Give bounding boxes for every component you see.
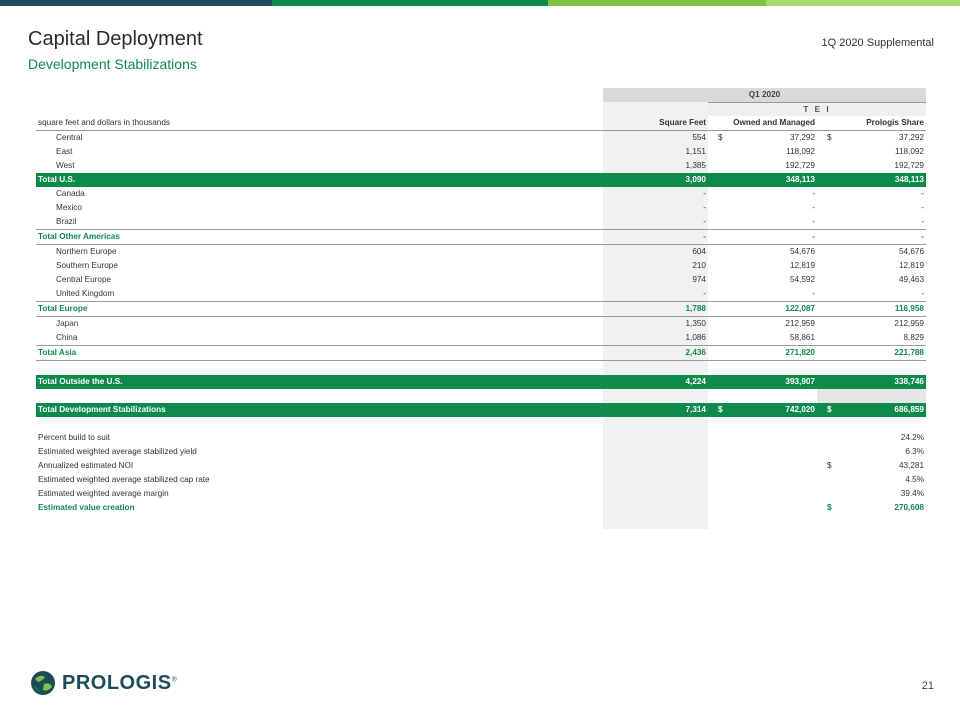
- col-prologis-share: Prologis Share: [866, 118, 924, 127]
- col-square-feet: Square Feet: [603, 116, 708, 130]
- total-row-europe: Total Europe 1,788 122,087 116,958: [36, 301, 926, 317]
- table-row: United Kingdom - - -: [36, 287, 926, 301]
- prologis-globe-icon: [31, 671, 55, 695]
- metric-row: Annualized estimated NOI $43,281: [36, 459, 926, 473]
- page-subtitle: Development Stabilizations: [28, 56, 197, 72]
- total-row-outside-us: Total Outside the U.S. 4,224 393,907 338…: [36, 375, 926, 389]
- table-row: Central Europe 974 54,592 49,463: [36, 273, 926, 287]
- table-row: Southern Europe 210 12,819 12,819: [36, 259, 926, 273]
- column-header-row: square feet and dollars in thousands Squ…: [36, 116, 926, 130]
- table-row: Central 554 $37,292 $37,292: [36, 130, 926, 145]
- table-row: Brazil - - -: [36, 215, 926, 229]
- group-header: T E I: [36, 102, 926, 116]
- table-row: Japan 1,350 212,959 212,959: [36, 317, 926, 331]
- table-row: Mexico - - -: [36, 201, 926, 215]
- metric-row-value-creation: Estimated value creation $270,608: [36, 501, 926, 515]
- page-number: 21: [921, 680, 934, 692]
- units-label: square feet and dollars in thousands: [38, 118, 170, 127]
- metric-row: Percent build to suit 24.2%: [36, 431, 926, 445]
- table-row: Canada - - -: [36, 187, 926, 201]
- table-row: West 1,385 192,729 192,729: [36, 159, 926, 173]
- development-stabilizations-table: Q1 2020 T E I square feet and dollars in…: [36, 88, 926, 529]
- total-row-asia: Total Asia 2,436 271,820 221,788: [36, 345, 926, 361]
- col-owned-managed: Owned and Managed: [733, 118, 815, 127]
- table-row: East 1,151 118,092 118,092: [36, 145, 926, 159]
- top-accent-bar: [0, 0, 960, 6]
- page-title: Capital Deployment: [28, 28, 203, 50]
- table-row: China 1,086 58,861 8,829: [36, 331, 926, 345]
- table-row: Northern Europe 604 54,676 54,676: [36, 245, 926, 259]
- group-label: T E I: [708, 102, 926, 116]
- metric-row: Estimated weighted average stabilized ca…: [36, 473, 926, 487]
- logo-text: PROLOGIS®: [62, 671, 178, 694]
- total-row-other-americas: Total Other Americas - - -: [36, 229, 926, 245]
- metric-row: Estimated weighted average margin 39.4%: [36, 487, 926, 501]
- metric-row: Estimated weighted average stabilized yi…: [36, 445, 926, 459]
- period-header: Q1 2020: [36, 88, 926, 102]
- total-row-development-stabilizations: Total Development Stabilizations 7,314 $…: [36, 403, 926, 417]
- prologis-logo: PROLOGIS®: [30, 670, 177, 696]
- total-row-us: Total U.S. 3,090 348,113 348,113: [36, 173, 926, 187]
- supplemental-label: 1Q 2020 Supplemental: [821, 37, 934, 49]
- period-label: Q1 2020: [603, 88, 926, 102]
